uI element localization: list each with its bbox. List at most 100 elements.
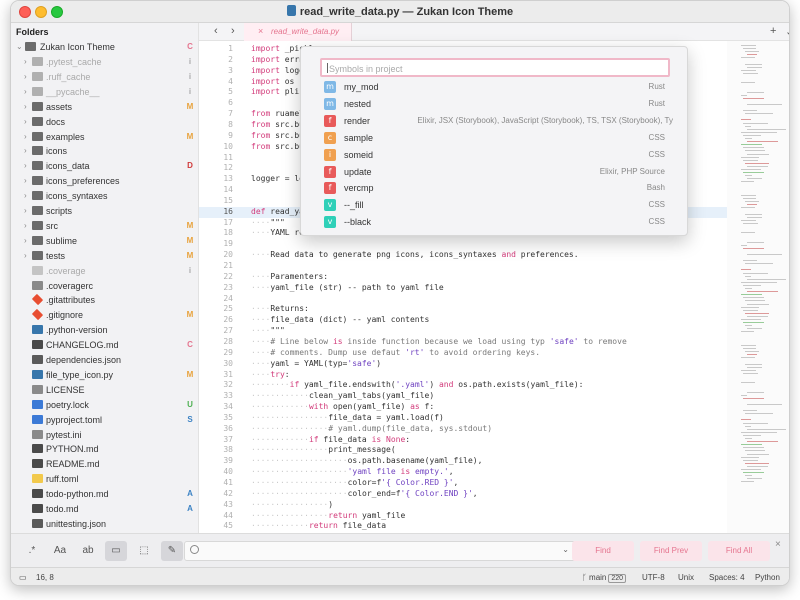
symbol-search-input[interactable]: Symbols in project (320, 58, 670, 77)
chevron-right-icon[interactable]: › (24, 132, 27, 141)
sidebar-item-dependencies-json[interactable]: dependencies.json (11, 353, 198, 368)
symbol-item[interactable]: v --black CSS (315, 214, 679, 231)
forward-icon[interactable]: › (231, 25, 235, 37)
sidebar-item-ruff-cache[interactable]: › .ruff_cache i (11, 70, 198, 85)
chevron-right-icon[interactable]: › (24, 236, 27, 245)
whole-word-toggle[interactable]: ab (77, 541, 99, 561)
minimap-line (741, 156, 760, 158)
wrap-toggle[interactable]: ▭ (105, 541, 127, 561)
chevron-right-icon[interactable]: › (24, 251, 27, 260)
sidebar-root-folder[interactable]: ⌄ Zukan Icon Theme C (11, 40, 198, 55)
indentation[interactable]: Spaces: 4 (709, 573, 745, 582)
symbol-item[interactable]: m nested Rust (315, 96, 679, 113)
sidebar-item-assets[interactable]: › assets M (11, 100, 198, 115)
sidebar-item-pyproject-toml[interactable]: pyproject.toml S (11, 413, 198, 428)
find-input[interactable]: ⌄ (184, 541, 576, 561)
sidebar-item-unittesting-json[interactable]: unittesting.json (11, 517, 198, 532)
sidebar-item-ruff-toml[interactable]: ruff.toml (11, 472, 198, 487)
symbol-item[interactable]: f update Elixir, PHP Source (315, 164, 679, 181)
sidebar-item-gitignore[interactable]: .gitignore M (11, 308, 198, 323)
chevron-right-icon[interactable]: › (24, 57, 27, 66)
git-icon (31, 309, 44, 321)
close-find-icon[interactable]: × (775, 539, 781, 550)
sidebar-item-icons-syntaxes[interactable]: › icons_syntaxes (11, 189, 198, 204)
minimap-line (745, 462, 769, 464)
sidebar-item-icons-preferences[interactable]: › icons_preferences (11, 174, 198, 189)
minimap[interactable] (727, 41, 789, 533)
find-prev-button[interactable]: Find Prev (640, 541, 702, 561)
back-icon[interactable]: ‹ (214, 25, 218, 37)
find-history-dropdown-icon[interactable]: ⌄ (562, 545, 569, 554)
encoding[interactable]: UTF-8 (642, 573, 665, 582)
code-line: import os (251, 76, 295, 86)
in-selection-toggle[interactable]: ⬚ (133, 541, 155, 561)
sidebar-item-python-md[interactable]: PYTHON.md (11, 442, 198, 457)
folder-sidebar: Folders ⌄ Zukan Icon Theme C › .pytest_ca… (11, 23, 199, 533)
chevron-down-icon[interactable]: ⌄ (16, 42, 23, 51)
sidebar-item-sublime[interactable]: › sublime M (11, 234, 198, 249)
sidebar-item-license[interactable]: LICENSE (11, 383, 198, 398)
sidebar-item-pytest-cache[interactable]: › .pytest_cache i (11, 55, 198, 70)
code-line: ············return file_data (251, 521, 387, 531)
sidebar-item-coveragerc[interactable]: .coveragerc (11, 279, 198, 294)
symbol-kind-icon: f (324, 182, 336, 195)
tab-close-icon[interactable]: × (258, 26, 263, 36)
sidebar-item-readme-md[interactable]: README.md (11, 457, 198, 472)
chevron-right-icon[interactable]: › (24, 176, 27, 185)
sidebar-item-src[interactable]: › src M (11, 219, 198, 234)
sidebar-item-examples[interactable]: › examples M (11, 130, 198, 145)
sidebar-item-pycache[interactable]: › __pycache__ i (11, 85, 198, 100)
symbol-item[interactable]: m my_mod Rust (315, 79, 679, 96)
sidebar-item-scripts[interactable]: › scripts (11, 204, 198, 219)
tab-menu-icon[interactable]: ⌄ (785, 25, 789, 38)
sidebar-item-changelog-md[interactable]: CHANGELOG.md C (11, 338, 198, 353)
sidebar-item-poetry-lock[interactable]: poetry.lock U (11, 398, 198, 413)
find-button[interactable]: Find (572, 541, 634, 561)
chevron-right-icon[interactable]: › (24, 146, 27, 155)
minimap-line (741, 419, 751, 421)
find-all-button[interactable]: Find All (708, 541, 770, 561)
sidebar-item-python-version[interactable]: .python-version (11, 323, 198, 338)
git-branch[interactable]: ᚴ main 220 (582, 573, 627, 583)
sidebar-toggle-icon[interactable]: ▭ (19, 573, 27, 582)
git-status-badge: M (186, 369, 194, 379)
code-line: ············with open(yaml_file) as f: (251, 402, 435, 412)
sidebar-item-tests[interactable]: › tests M (11, 249, 198, 264)
symbol-item[interactable]: v --_fill CSS (315, 197, 679, 214)
chevron-right-icon[interactable]: › (24, 102, 27, 111)
minimap-line (747, 478, 763, 480)
sidebar-item-gitattributes[interactable]: .gitattributes (11, 293, 198, 308)
chevron-right-icon[interactable]: › (24, 87, 27, 96)
sidebar-item-icons-data[interactable]: › icons_data D (11, 159, 198, 174)
sidebar-item-docs[interactable]: › docs (11, 115, 198, 130)
sidebar-item-pytest-ini[interactable]: pytest.ini (11, 428, 198, 443)
sidebar-item-label: ruff.toml (46, 474, 79, 485)
chevron-right-icon[interactable]: › (24, 72, 27, 81)
line-endings[interactable]: Unix (678, 573, 694, 582)
chevron-right-icon[interactable]: › (24, 206, 27, 215)
highlight-matches-toggle[interactable]: ✎ (161, 541, 183, 561)
symbol-kind-icon: f (324, 165, 336, 178)
folder-icon (32, 71, 43, 81)
chevron-right-icon[interactable]: › (24, 191, 27, 200)
sidebar-item-icons[interactable]: › icons (11, 144, 198, 159)
chevron-right-icon[interactable]: › (24, 221, 27, 230)
syntax[interactable]: Python (755, 573, 780, 582)
symbol-item[interactable]: c sample CSS (315, 130, 679, 147)
symbol-item[interactable]: i someid CSS (315, 147, 679, 164)
sidebar-item-todo-python-md[interactable]: todo-python.md A (11, 487, 198, 502)
case-sensitive-toggle[interactable]: Aa (49, 541, 71, 561)
symbol-item[interactable]: f vercmp Bash (315, 180, 679, 197)
sidebar-item-coverage[interactable]: .coverage i (11, 264, 198, 279)
symbol-item[interactable]: f render Elixir, JSX (Storybook), JavaScri… (315, 113, 679, 130)
regex-toggle[interactable]: .* (21, 541, 43, 561)
line-number: 39 (223, 456, 233, 466)
tab-read-write-data[interactable]: × read_write_data.py (244, 23, 352, 41)
sidebar-item-file-type-icon-py[interactable]: file_type_icon.py M (11, 368, 198, 383)
new-tab-icon[interactable]: + (770, 25, 776, 37)
chevron-right-icon[interactable]: › (24, 161, 27, 170)
chevron-right-icon[interactable]: › (24, 117, 27, 126)
sidebar-item-todo-md[interactable]: todo.md A (11, 502, 198, 517)
minimap-line (741, 294, 762, 296)
minimap-line (743, 348, 756, 350)
